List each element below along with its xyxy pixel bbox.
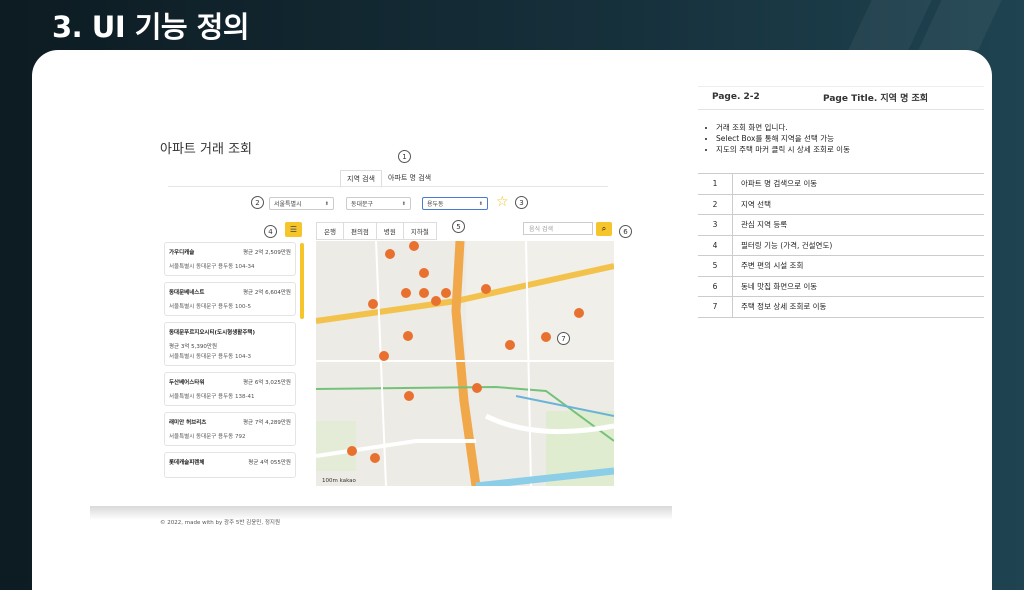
apt-name: 동대문푸르지오시티(도시형생활주택) <box>169 330 255 336</box>
table-row: 1 아파트 명 검색으로 이동 <box>698 173 984 195</box>
list-item[interactable]: 두산베어스타워 평균 6억 3,025만원 서울특별시 동대문구 용두동 138-… <box>164 372 296 406</box>
apt-address: 서울특별시 동대문구 용두동 792 <box>169 434 246 440</box>
district-select[interactable]: 동대문구 ⬍ <box>346 197 411 210</box>
slide-title: 3. UI 기능 정의 <box>52 10 250 44</box>
footer-credit: © 2022, made with by 광주 5반 김윤민, 정지원 <box>160 520 281 526</box>
star-icon[interactable]: ☆ <box>496 195 509 209</box>
list-item[interactable]: 동대문베네스트 평균 2억 6,604만원 서울특별시 동대문구 용두동 100-… <box>164 282 296 316</box>
callout-6: 6 <box>619 225 632 238</box>
feature-desc: 필터링 기능 (가격, 건설연도) <box>732 234 984 256</box>
nearby-category-bar: 은행 편의점 병원 지하철 <box>316 222 437 240</box>
callout-2: 2 <box>251 196 264 209</box>
description-item: 거래 조회 화면 입니다. <box>716 122 850 133</box>
description-item: 지도의 주택 마커 클릭 시 상세 조회로 이동 <box>716 144 850 155</box>
feature-no: 7 <box>698 296 733 318</box>
list-item[interactable]: 래미안 허브리츠 평균 7억 4,289만원 서울특별시 동대문구 용두동 792 <box>164 412 296 446</box>
feature-no: 5 <box>698 255 733 277</box>
table-row: 5 주변 편의 시설 조회 <box>698 255 984 277</box>
apt-name: 두산베어스타워 <box>169 380 205 386</box>
filter-button[interactable]: ☰ <box>285 222 302 237</box>
chevron-down-icon: ⬍ <box>324 200 329 207</box>
apt-address: 서울특별시 동대문구 용두동 104-3 <box>169 354 251 360</box>
dong-select[interactable]: 용두동 ⬍ <box>422 197 488 210</box>
feature-no: 6 <box>698 275 733 297</box>
feature-table: 1 아파트 명 검색으로 이동 2 지역 선택 3 관심 지역 등록 4 필터링 기능 … <box>698 173 984 318</box>
apt-address: 서울특별시 동대문구 용두동 100-5 <box>169 304 251 310</box>
category-bank[interactable]: 은행 <box>317 223 344 239</box>
list-item[interactable]: 롯데캐슬피렌체 평균 4억 055만원 <box>164 452 296 478</box>
category-hospital[interactable]: 병원 <box>377 223 404 239</box>
table-row: 3 관심 지역 등록 <box>698 214 984 236</box>
callout-1: 1 <box>398 150 411 163</box>
map-scale-value: 100m <box>322 478 338 484</box>
filter-icon: ☰ <box>289 225 298 234</box>
map-view[interactable]: 100m kakao <box>316 241 614 486</box>
table-row: 7 주택 정보 상세 조회로 이동 <box>698 296 984 318</box>
apt-name: 래미안 허브리츠 <box>169 420 207 426</box>
list-item[interactable]: 동대문푸르지오시티(도시형생활주택) 평균 3억 5,390만원 서울특별시 동… <box>164 322 296 366</box>
tabs-divider <box>168 186 608 187</box>
apt-price: 평균 4억 055만원 <box>248 460 291 466</box>
apt-address: 서울특별시 동대문구 용두동 138-41 <box>169 394 255 400</box>
apt-price: 평균 2억 6,604만원 <box>242 290 291 296</box>
map-scale: 100m kakao <box>322 478 356 484</box>
restaurant-search-button[interactable]: ⌕ <box>596 222 612 236</box>
decor-stripe <box>848 0 932 50</box>
apt-name: 가우디캐슬 <box>169 250 195 256</box>
dong-select-value: 용두동 <box>427 201 444 208</box>
page-title-label: Page Title. 지역 명 조회 <box>823 94 929 104</box>
page-title: 아파트 거래 조회 <box>160 142 252 157</box>
callout-5: 5 <box>452 220 465 233</box>
list-item[interactable]: 가우디캐슬 평균 2억 2,509만원 서울특별시 동대문구 용두동 104-34 <box>164 242 296 276</box>
apt-price: 평균 2억 2,509만원 <box>242 250 291 256</box>
callout-7: 7 <box>557 332 570 345</box>
feature-desc: 지역 선택 <box>732 193 984 215</box>
callout-4: 4 <box>264 225 277 238</box>
map-canvas <box>316 241 614 486</box>
page-number: Page. 2-2 <box>712 92 760 102</box>
page-description: 거래 조회 화면 입니다. Select Box를 통해 지역을 선택 가능 지… <box>706 122 850 155</box>
feature-no: 2 <box>698 193 733 215</box>
restaurant-search-input[interactable]: 음식 검색 <box>523 222 593 235</box>
table-row: 4 필터링 기능 (가격, 건설연도) <box>698 234 984 256</box>
chevron-down-icon: ⬍ <box>478 200 483 207</box>
district-select-value: 동대문구 <box>351 201 374 208</box>
map-logo: kakao <box>339 478 356 484</box>
page-info-header: Page. 2-2 Page Title. 지역 명 조회 <box>698 86 984 110</box>
table-row: 2 지역 선택 <box>698 193 984 215</box>
apt-name: 롯데캐슬피렌체 <box>169 460 205 466</box>
feature-no: 4 <box>698 234 733 256</box>
feature-no: 1 <box>698 173 733 195</box>
feature-desc: 동네 맛집 화면으로 이동 <box>732 275 984 297</box>
apt-name: 동대문베네스트 <box>169 290 205 296</box>
apartment-list[interactable]: 가우디캐슬 평균 2억 2,509만원 서울특별시 동대문구 용두동 104-34… <box>164 242 304 486</box>
table-row: 6 동네 맛집 화면으로 이동 <box>698 275 984 297</box>
feature-no: 3 <box>698 214 733 236</box>
apt-price: 평균 7억 4,289만원 <box>242 420 291 426</box>
apt-price: 평균 6억 3,025만원 <box>242 380 291 386</box>
city-select-value: 서울특별시 <box>274 201 302 208</box>
apt-price: 평균 3억 5,390만원 <box>169 344 218 350</box>
decor-stripe <box>918 0 1002 50</box>
feature-desc: 주택 정보 상세 조회로 이동 <box>732 296 984 318</box>
category-subway[interactable]: 지하철 <box>404 223 436 239</box>
search-icon: ⌕ <box>601 224 607 233</box>
feature-desc: 아파트 명 검색으로 이동 <box>732 173 984 195</box>
city-select[interactable]: 서울특별시 ⬍ <box>269 197 334 210</box>
chevron-down-icon: ⬍ <box>401 200 406 207</box>
description-item: Select Box를 통해 지역을 선택 가능 <box>716 133 850 144</box>
apt-address: 서울특별시 동대문구 용두동 104-34 <box>169 264 255 270</box>
list-scrollbar[interactable] <box>300 243 304 319</box>
callout-3: 3 <box>515 196 528 209</box>
feature-desc: 관심 지역 등록 <box>732 214 984 236</box>
feature-desc: 주변 편의 시설 조회 <box>732 255 984 277</box>
category-convenience-store[interactable]: 편의점 <box>344 223 377 239</box>
